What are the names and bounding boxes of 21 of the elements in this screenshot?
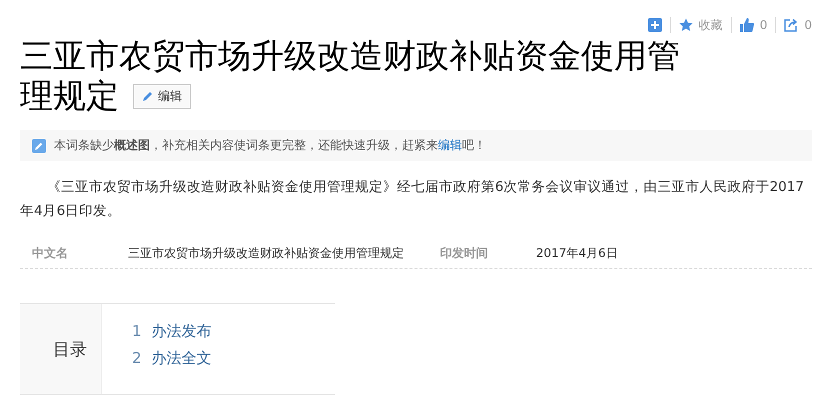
toc-item[interactable]: 2 办法全文 (132, 349, 212, 368)
add-icon[interactable] (648, 18, 662, 32)
page-title: 三亚市农贸市场升级改造财政补贴资金使用管 (20, 36, 680, 76)
page-title: 理规定 (20, 76, 119, 116)
toc-item[interactable]: 1 办法发布 (132, 322, 212, 341)
edit-link[interactable]: 编辑 (438, 138, 462, 152)
toc-heading: 目录 (53, 338, 87, 360)
star-icon[interactable] (678, 18, 693, 32)
notice-text: 本词条缺少概述图，补充相关内容使词条更完整，还能快速升级，赶紧来编辑吧！ (54, 137, 486, 154)
info-label: 印发时间 (439, 245, 489, 262)
pencil-icon (142, 90, 154, 102)
info-label: 中文名 (31, 245, 69, 262)
summary-paragraph: 《三亚市农贸市场升级改造财政补贴资金使用管理规定》经七届市政府第6次常务会议审议通过，由三亚市人民政府于2017年4月6日印发。 (20, 178, 805, 221)
pencil-icon (32, 138, 46, 152)
info-value: 2017年4月6日 (536, 245, 618, 262)
share-icon[interactable] (784, 18, 798, 32)
share-count: 0 (804, 18, 812, 32)
edit-button[interactable]: 编辑 (133, 84, 191, 108)
like-count: 0 (760, 18, 768, 32)
thumbs-up-icon[interactable] (740, 18, 754, 32)
info-value: 三亚市农贸市场升级改造财政补贴资金使用管理规定 (128, 245, 405, 262)
